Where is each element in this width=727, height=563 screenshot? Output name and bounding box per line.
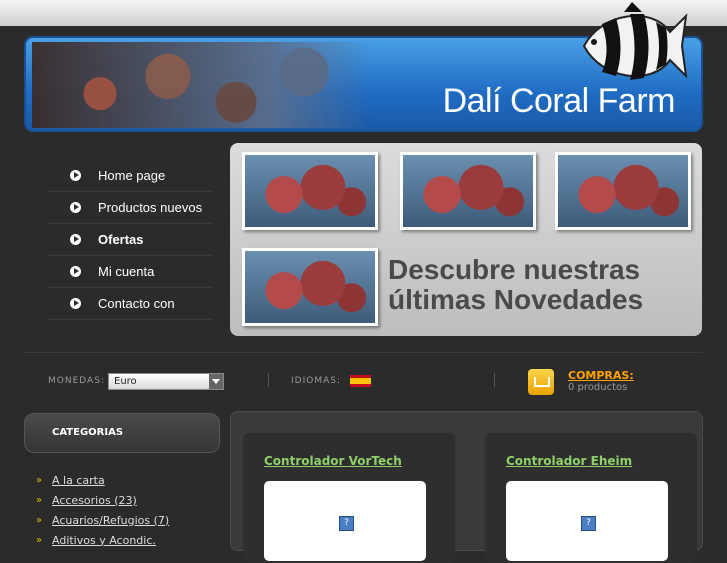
promo-banner[interactable]: Descubre nuestras últimas Novedades <box>230 143 702 336</box>
menu-label: Contacto con <box>98 296 175 311</box>
menu-item-home[interactable]: Home page <box>48 160 213 192</box>
toolbar-row: MONEDAS: Euro IDIOMAS: COMPRAS: 0 produc… <box>24 352 703 403</box>
category-item[interactable]: » Aditivos y Acondic. <box>36 530 169 550</box>
play-bullet-icon <box>70 298 81 309</box>
play-bullet-icon <box>70 202 81 213</box>
divider <box>494 373 495 387</box>
product-title-link[interactable]: Controlador VorTech <box>264 454 402 468</box>
cart-link[interactable]: COMPRAS: <box>568 369 634 382</box>
play-bullet-icon <box>70 234 81 245</box>
menu-item-mi-cuenta[interactable]: Mi cuenta <box>48 256 213 288</box>
menu-item-contacto[interactable]: Contacto con <box>48 288 213 320</box>
product-card: Controlador VorTech ? <box>243 433 455 563</box>
missing-image-icon: ? <box>339 516 354 531</box>
category-label: Acuarios/Refugios (7) <box>52 513 170 527</box>
divider <box>268 373 269 387</box>
language-label: IDIOMAS: <box>291 376 341 386</box>
products-panel: Controlador VorTech ? Controlador Eheim … <box>230 411 703 563</box>
currency-select[interactable]: Euro <box>108 373 224 390</box>
main-menu: Home page Productos nuevos Ofertas Mi cu… <box>48 160 213 320</box>
coral-thumbnail <box>242 248 378 326</box>
fish-logo-icon <box>582 2 688 80</box>
spain-flag-icon[interactable] <box>350 375 371 387</box>
menu-item-ofertas[interactable]: Ofertas <box>48 224 213 256</box>
product-image[interactable]: ? <box>264 481 426 561</box>
double-chevron-icon: » <box>36 494 43 506</box>
promo-headline: Descubre nuestras últimas Novedades <box>388 255 643 315</box>
menu-label: Ofertas <box>98 232 144 247</box>
promo-line: Descubre nuestras <box>388 254 641 285</box>
menu-item-productos-nuevos[interactable]: Productos nuevos <box>48 192 213 224</box>
cart-count: 0 productos <box>568 382 628 393</box>
double-chevron-icon: » <box>36 474 43 486</box>
double-chevron-icon: » <box>36 534 43 546</box>
menu-label: Mi cuenta <box>98 264 155 279</box>
coral-photo <box>32 42 372 128</box>
menu-label: Productos nuevos <box>98 200 203 215</box>
categories-header: CATEGORIAS <box>24 413 220 453</box>
currency-value: Euro <box>114 376 137 387</box>
categories-title: CATEGORIAS <box>52 427 124 438</box>
category-label: Accesorios (23) <box>52 493 137 507</box>
double-chevron-icon: » <box>36 514 43 526</box>
cart-icon[interactable] <box>528 369 554 395</box>
play-bullet-icon <box>70 170 81 181</box>
category-list: » A la carta » Accesorios (23) » Acuario… <box>36 470 169 550</box>
menu-label: Home page <box>98 168 166 183</box>
product-card: Controlador Eheim ? <box>485 433 697 563</box>
category-item[interactable]: » Acuarios/Refugios (7) <box>36 510 169 530</box>
coral-thumbnail <box>400 152 536 230</box>
category-item[interactable]: » Accesorios (23) <box>36 490 169 510</box>
promo-line: últimas Novedades <box>388 284 644 315</box>
category-item[interactable]: » A la carta <box>36 470 169 490</box>
product-title-link[interactable]: Controlador Eheim <box>506 454 632 468</box>
chevron-down-icon <box>209 374 223 389</box>
category-label: A la carta <box>52 473 105 487</box>
coral-thumbnail <box>242 152 378 230</box>
currency-label: MONEDAS: <box>48 376 105 386</box>
product-image[interactable]: ? <box>506 481 668 561</box>
coral-thumbnail <box>555 152 691 230</box>
missing-image-icon: ? <box>581 516 596 531</box>
play-bullet-icon <box>70 266 81 277</box>
